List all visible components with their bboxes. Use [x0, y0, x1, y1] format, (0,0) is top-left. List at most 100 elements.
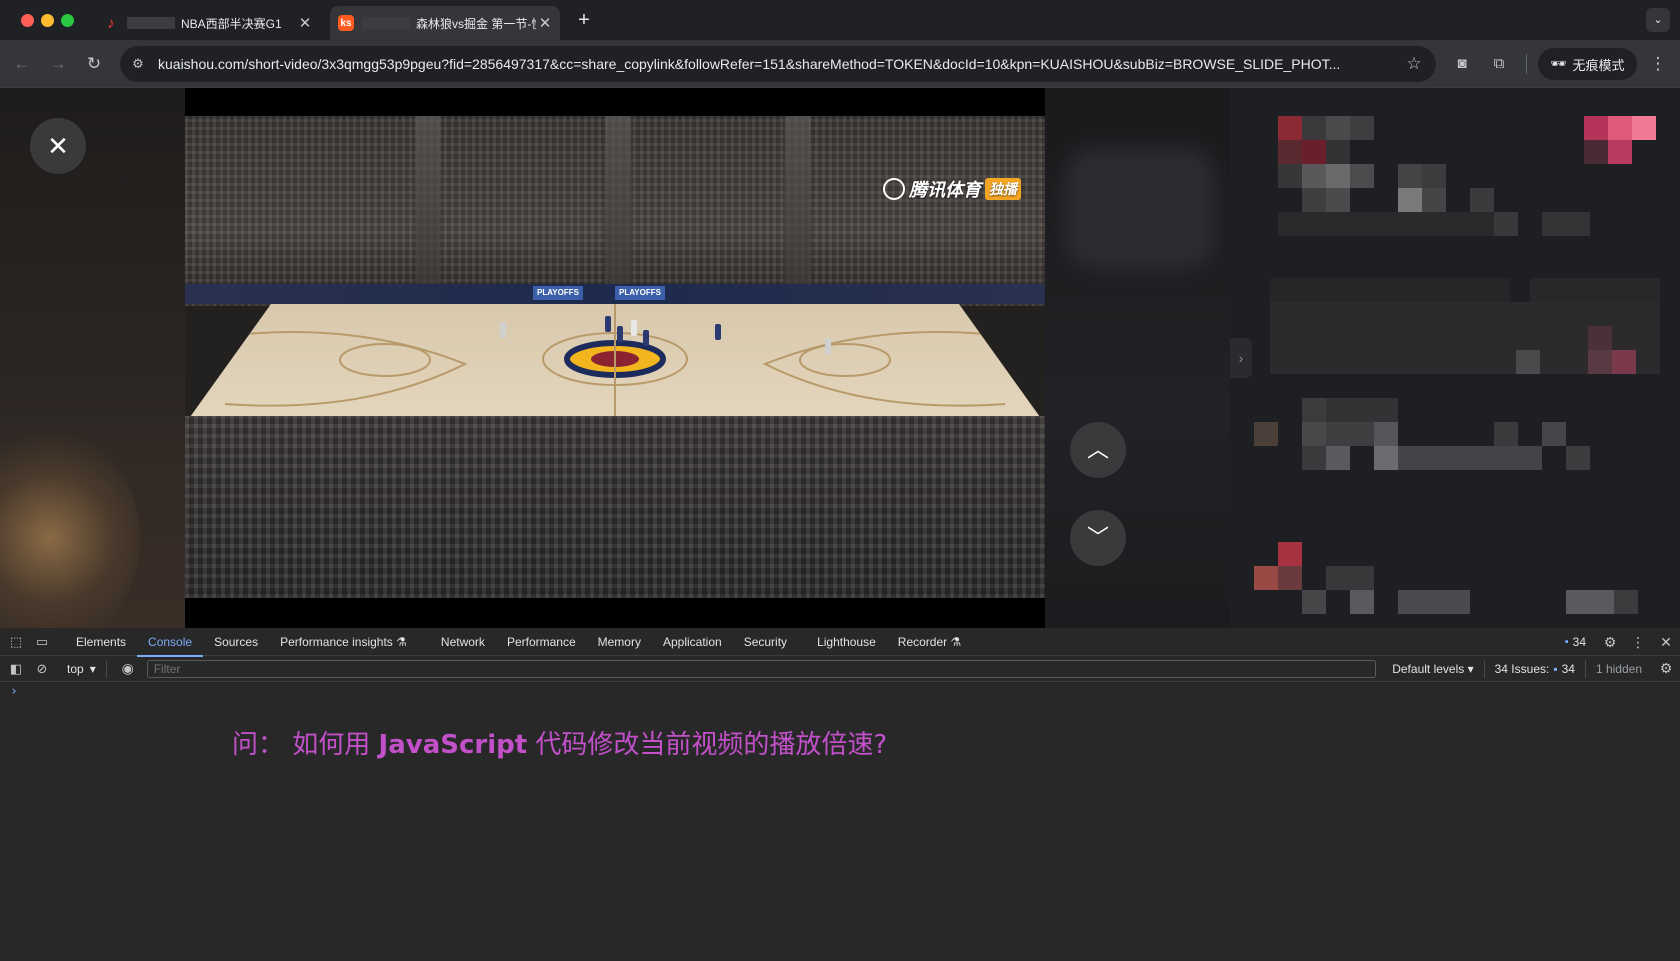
inspect-element-icon[interactable]: ⬚ [3, 628, 29, 656]
close-icon[interactable]: ✕ [30, 118, 86, 174]
issues-counter[interactable]: ▪ 34 [1565, 635, 1586, 649]
question-prefix: 问： 如何用 [232, 730, 379, 760]
kuaishou-favicon-icon: ks [338, 15, 354, 31]
toolbar-divider [1526, 54, 1527, 74]
player [631, 320, 637, 336]
site-settings-icon[interactable]: ⚙ [126, 56, 150, 72]
incognito-icon: 🕶 [1550, 56, 1567, 71]
browser-toolbar: ← → ↻ ⚙ kuaishou.com/short-video/3x3qmgg… [0, 40, 1680, 88]
broadcast-watermark: 腾讯体育 独播 [883, 176, 1021, 202]
player [643, 330, 649, 346]
clear-console-icon[interactable]: ⊘ [29, 655, 55, 683]
tab-recorder[interactable]: Recorder ⚗ [887, 628, 972, 656]
reload-icon[interactable]: ↻ [82, 52, 106, 76]
tencent-logo-icon [883, 178, 905, 200]
comments-sidebar-pixelated: › [1230, 88, 1680, 628]
context-label: top [67, 661, 84, 676]
video-player[interactable]: PLAYOFFS PLAYOFFS 腾讯体育 独播 [185, 88, 1045, 628]
player [715, 324, 721, 340]
redacted-text [127, 17, 175, 29]
player [825, 338, 831, 354]
experiment-flask-icon: ⚗ [950, 634, 962, 649]
devtools-panel: ⬚ ▭ Elements Console Sources Performance… [0, 628, 1680, 961]
tab-performance[interactable]: Performance [496, 628, 587, 656]
issues-count: 34 [1572, 635, 1586, 649]
tab-close-icon[interactable]: ✕ [296, 14, 314, 32]
blurred-background-left [0, 88, 186, 628]
levels-label: Default levels [1392, 661, 1465, 676]
more-options-icon[interactable]: ⋮ [1624, 634, 1652, 651]
tab-application[interactable]: Application [652, 628, 733, 656]
devtools-tab-bar: ⬚ ▭ Elements Console Sources Performance… [0, 628, 1680, 657]
device-toolbar-icon[interactable]: ▭ [29, 628, 55, 656]
console-toolbar: ◧ ⊘ top ▾ ◉ Default levels ▾ 34 Issues: … [0, 656, 1680, 682]
console-output[interactable]: › 问： 如何用 JavaScript 代码修改当前视频的播放倍速? [0, 682, 1680, 961]
console-settings-gear-icon[interactable]: ⚙ [1652, 660, 1680, 677]
sidebar-collapse-chevron-icon[interactable]: › [1230, 338, 1252, 378]
close-devtools-icon[interactable]: ✕ [1652, 634, 1680, 651]
watermark-badge: 独播 [985, 178, 1021, 200]
bookmark-star-icon[interactable]: ☆ [1400, 54, 1428, 74]
browser-menu-icon[interactable]: ⋮ [1646, 52, 1670, 76]
tab-kuaishou[interactable]: ks 森林狼vs掘金 第一节-快 ✕ [330, 6, 560, 40]
window-maximize-button[interactable] [61, 14, 74, 27]
tab-performance-insights[interactable]: Performance insights ⚗ [269, 628, 418, 656]
question-suffix: 代码修改当前视频的播放倍速? [527, 730, 888, 760]
douyin-favicon-icon: ♪ [107, 14, 115, 32]
live-expression-eye-icon[interactable]: ◉ [113, 660, 143, 677]
experiment-flask-icon: ⚗ [396, 634, 407, 649]
console-filter-input[interactable] [146, 659, 1377, 678]
camera-icon[interactable]: ◙ [1450, 52, 1474, 76]
message-icon: ▪ [1553, 661, 1558, 676]
tab-sources[interactable]: Sources [203, 628, 269, 656]
tab-search-button[interactable]: ⌄ [1646, 8, 1670, 32]
player [617, 326, 623, 342]
console-prompt[interactable]: › [10, 684, 18, 699]
context-selector[interactable]: top ▾ [67, 659, 107, 678]
basketball-court [185, 304, 1045, 424]
window-minimize-button[interactable] [41, 14, 54, 27]
overlay-question-text: 问： 如何用 JavaScript 代码修改当前视频的播放倍速? [232, 724, 887, 761]
tab-nba[interactable]: ♪ NBA西部半决赛G1 ✕ [95, 6, 320, 40]
tab-label: Recorder [897, 634, 948, 649]
message-icon: ▪ [1564, 636, 1569, 648]
issues-label: 34 Issues: [1494, 661, 1550, 676]
log-levels-dropdown[interactable]: Default levels ▾ [1382, 659, 1485, 678]
address-bar[interactable]: ⚙ kuaishou.com/short-video/3x3qmgg53p9pg… [120, 46, 1436, 82]
tab-elements[interactable]: Elements [65, 628, 137, 656]
forward-arrow-icon[interactable]: → [46, 52, 70, 76]
player [605, 316, 611, 332]
incognito-label: 无痕模式 [1572, 57, 1625, 73]
new-tab-button[interactable]: + [572, 9, 596, 32]
tab-close-icon[interactable]: ✕ [536, 14, 554, 32]
sidebar-toggle-icon[interactable]: ◧ [3, 655, 29, 683]
tab-strip: ♪ NBA西部半决赛G1 ✕ ks 森林狼vs掘金 第一节-快 ✕ + ⌄ [0, 0, 1680, 40]
tab-title: NBA西部半决赛G1 [181, 16, 282, 31]
settings-gear-icon[interactable]: ⚙ [1596, 634, 1624, 651]
tab-title: 森林狼vs掘金 第一节-快 [416, 16, 536, 31]
extensions-puzzle-icon[interactable]: ⧉ [1487, 52, 1511, 76]
tab-lighthouse[interactable]: Lighthouse [806, 628, 887, 656]
tab-network[interactable]: Network [430, 628, 496, 656]
video-frame: PLAYOFFS PLAYOFFS 腾讯体育 独播 [185, 116, 1045, 598]
page-viewport: ✕ PLAYOFFS PLAYOFFS 腾讯体育 独播 ︿ ﹀ › [0, 88, 1680, 628]
browser-window: ♪ NBA西部半决赛G1 ✕ ks 森林狼vs掘金 第一节-快 ✕ + ⌄ ← … [0, 0, 1680, 961]
playoffs-banner: PLAYOFFS [615, 286, 665, 300]
previous-video-chevron-up-icon[interactable]: ︿ [1070, 422, 1126, 478]
issues-count: 34 [1561, 661, 1575, 676]
playoffs-banner: PLAYOFFS [533, 286, 583, 300]
window-close-button[interactable] [21, 14, 34, 27]
question-highlight: JavaScript [378, 730, 528, 760]
incognito-indicator[interactable]: 🕶 无痕模式 [1538, 48, 1637, 80]
watermark-text: 腾讯体育 [909, 180, 981, 200]
next-video-chevron-down-icon[interactable]: ﹀ [1070, 510, 1126, 566]
player [500, 322, 506, 338]
tab-memory[interactable]: Memory [587, 628, 652, 656]
tab-security[interactable]: Security [733, 628, 798, 656]
tab-console[interactable]: Console [137, 628, 204, 657]
dropdown-caret-icon: ▾ [89, 661, 96, 676]
issues-link[interactable]: 34 Issues: ▪ 34 [1485, 659, 1586, 678]
redacted-text [362, 17, 410, 29]
url-text[interactable]: kuaishou.com/short-video/3x3qmgg53p9pgeu… [158, 56, 1400, 72]
back-arrow-icon[interactable]: ← [10, 52, 34, 76]
